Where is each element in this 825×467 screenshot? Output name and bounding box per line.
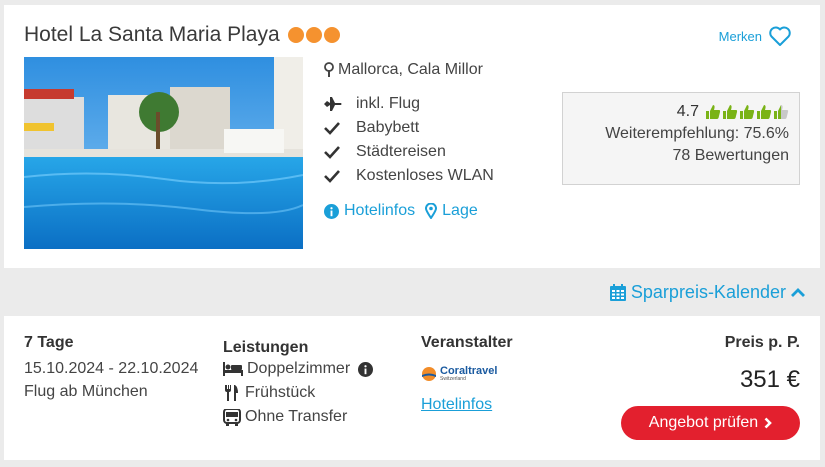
thumbs-rating <box>705 104 789 120</box>
cta-label: Angebot prüfen <box>648 414 759 431</box>
hotelinfos-label: Hotelinfos <box>344 202 416 219</box>
travel-dates-column: 7 Tage 15.10.2024 - 22.10.2024 Flug ab M… <box>24 334 198 401</box>
hotel-star-rating <box>287 27 340 43</box>
thumb-icon <box>740 105 755 119</box>
offer-card: 7 Tage 15.10.2024 - 22.10.2024 Flug ab M… <box>4 316 820 460</box>
bus-icon <box>223 408 241 426</box>
operator-title: Veranstalter <box>421 334 513 351</box>
heart-icon <box>769 26 791 46</box>
list-item: Städtereisen <box>324 140 494 164</box>
rating-score: 4.7 <box>676 103 699 120</box>
sparpreis-kalender-toggle[interactable]: Sparpreis-Kalender <box>609 282 805 303</box>
thumb-icon <box>757 105 772 119</box>
lage-link[interactable]: Lage <box>425 202 478 220</box>
list-item: Babybett <box>324 116 494 140</box>
list-item: inkl. Flug <box>324 92 494 116</box>
operator-column: Veranstalter Coraltravel Switzerland Hot… <box>421 334 513 414</box>
coral-logo-icon <box>422 367 436 381</box>
rating-score-row: 4.7 <box>563 103 789 121</box>
calendar-label: Sparpreis-Kalender <box>630 282 786 302</box>
hotel-name[interactable]: Hotel La Santa Maria Playa <box>24 23 280 47</box>
hotel-card: Hotel La Santa Maria Playa Merken Mallor… <box>4 5 820 268</box>
lage-label: Lage <box>442 202 478 219</box>
operator-brand-sub: Switzerland <box>440 376 466 382</box>
service-label: Ohne Transfer <box>245 408 348 425</box>
angebot-pruefen-button[interactable]: Angebot prüfen <box>621 406 800 440</box>
merken-label: Merken <box>718 28 762 44</box>
chevron-right-icon <box>764 417 773 429</box>
pin-icon <box>324 62 334 77</box>
merken-button[interactable]: Merken <box>719 25 792 47</box>
services-title: Leistungen <box>223 339 309 356</box>
hotel-title[interactable]: Hotel La Santa Maria Playa <box>24 23 340 47</box>
service-label: Frühstück <box>245 384 316 401</box>
service-board: Frühstück <box>223 381 373 405</box>
duration: 7 Tage <box>24 334 74 351</box>
plane-icon <box>324 96 356 112</box>
star-icon <box>323 27 340 43</box>
rating-box[interactable]: 4.7 Weiterempfehlung: 75.6% 78 Bewertung… <box>562 92 800 185</box>
service-transfer: Ohne Transfer <box>223 405 373 429</box>
hotelinfos-link[interactable]: Hotelinfos <box>324 202 415 220</box>
cutlery-icon <box>225 385 238 401</box>
departure-airport: Flug ab München <box>24 383 148 400</box>
recommendation-text: Weiterempfehlung: 75.6% <box>605 125 789 142</box>
operator-hotelinfos-link[interactable]: Hotelinfos <box>421 396 492 414</box>
list-item: Kostenloses WLAN <box>324 164 494 188</box>
service-label: Doppelzimmer <box>247 360 351 377</box>
location-text: Mallorca, Cala Millor <box>338 61 483 78</box>
services-column: Leistungen Doppelzimmer Frühstück Ohne T… <box>223 339 374 429</box>
calendar-bar: Sparpreis-Kalender <box>0 278 825 310</box>
hotel-photo[interactable] <box>24 57 303 249</box>
star-icon <box>305 27 322 43</box>
check-icon <box>324 121 356 135</box>
feature-list: inkl. Flug Babybett Städtereisen Kostenl… <box>324 92 494 188</box>
info-icon[interactable] <box>358 361 374 377</box>
check-icon <box>324 145 356 159</box>
info-icon <box>324 203 339 219</box>
hotel-links: Hotelinfos Lage <box>324 202 478 220</box>
hotel-location: Mallorca, Cala Millor <box>324 61 483 79</box>
feature-label: Kostenloses WLAN <box>356 167 494 184</box>
map-pin-icon <box>425 203 438 219</box>
feature-label: Städtereisen <box>356 143 446 160</box>
star-icon <box>287 27 304 43</box>
thumb-icon <box>706 105 721 119</box>
operator-logo: Coraltravel Switzerland <box>421 366 513 382</box>
chevron-up-icon <box>791 287 805 297</box>
bed-icon <box>223 362 243 376</box>
price-column: Preis p. P. 351 € <box>725 334 800 394</box>
travel-dates: 15.10.2024 - 22.10.2024 <box>24 360 199 377</box>
feature-label: inkl. Flug <box>356 95 421 112</box>
thumb-icon <box>774 105 789 119</box>
calendar-icon <box>609 284 626 301</box>
price-title: Preis p. P. <box>724 334 800 351</box>
thumb-icon <box>723 105 738 119</box>
check-icon <box>324 169 356 183</box>
review-count: 78 Bewertungen <box>672 147 789 164</box>
price-value: 351 € <box>739 366 800 393</box>
feature-label: Babybett <box>356 119 420 136</box>
service-room: Doppelzimmer <box>223 357 374 381</box>
